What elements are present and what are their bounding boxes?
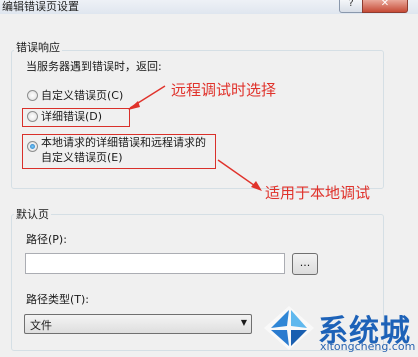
path-type-label: 路径类型(T):: [26, 293, 90, 306]
arrowhead-local: [251, 181, 262, 191]
path-input[interactable]: [25, 253, 285, 274]
windows-logo-icon: [264, 306, 314, 350]
chevron-down-icon: ▼: [240, 318, 247, 327]
path-label: 路径(P):: [26, 233, 67, 246]
browse-button[interactable]: ...: [292, 253, 318, 275]
arrowhead-detailed: [128, 101, 140, 110]
watermark-url: xitongcheng.com: [320, 340, 416, 353]
default-page-group-title: 默认页: [14, 206, 51, 222]
arrow-from-local: [217, 159, 259, 189]
path-type-selected: 文件: [30, 319, 52, 332]
path-type-select[interactable]: 文件 ▼: [24, 314, 252, 334]
